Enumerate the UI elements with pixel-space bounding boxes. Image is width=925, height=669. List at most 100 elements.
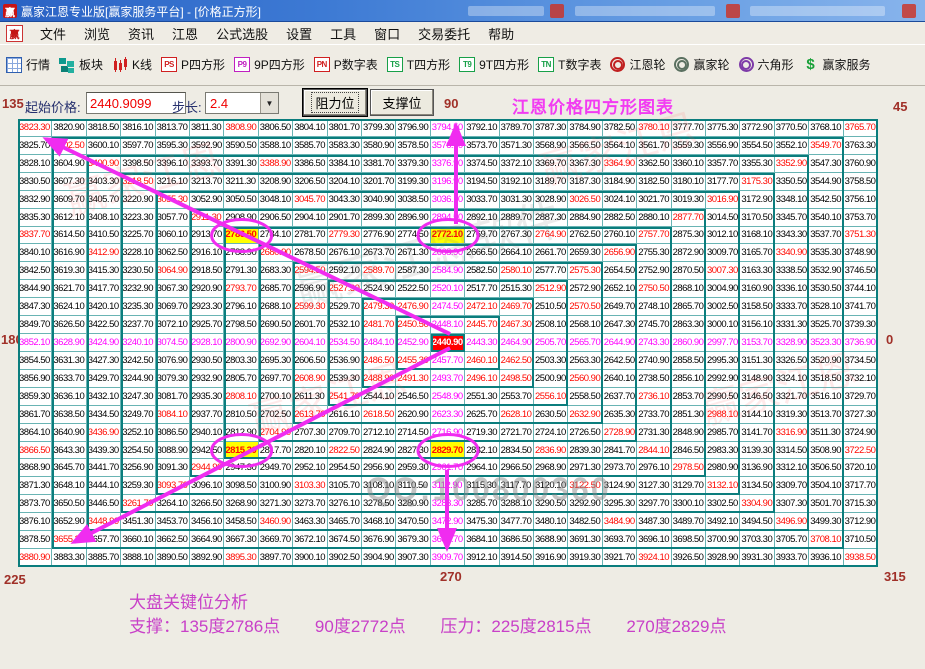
grid-cell: 2664.10 — [499, 244, 534, 263]
winner-service-icon: $ — [806, 56, 815, 73]
grid-cell: 3741.70 — [843, 298, 878, 317]
grid-cell: 2892.10 — [465, 208, 500, 227]
kline-candles-icon — [112, 56, 129, 73]
step-combobox[interactable]: 2.4 ▼ — [205, 92, 279, 114]
grid-cell: 3482.50 — [568, 513, 603, 532]
toolbar-button-hexagon[interactable]: 六角形 — [738, 56, 794, 73]
grid-cell: 2844.10 — [637, 441, 672, 460]
toolbar-button-winner-service[interactable]: $ 赢家服务 — [803, 56, 870, 73]
grid-cell: 3530.50 — [809, 280, 844, 299]
menu-item-3[interactable]: 江恩 — [163, 22, 207, 45]
grid-cell: 3232.90 — [121, 280, 156, 299]
toolbar-button-p-number-table[interactable]: PN P数字表 — [313, 56, 378, 73]
grid-cell: 3734.50 — [843, 351, 878, 370]
grid-cell: 3456.10 — [190, 513, 225, 532]
start-price-input[interactable] — [86, 92, 186, 114]
grid-cell: 2697.70 — [258, 369, 294, 388]
degree-label-45: 45 — [893, 99, 908, 114]
grid-cell: 2688.10 — [258, 298, 294, 317]
grid-cell: 3012.10 — [706, 226, 741, 245]
grid-cell: 3312.10 — [774, 459, 810, 478]
toolbar-button-gann-wheel[interactable]: 江恩轮 — [610, 56, 665, 73]
grid-cell: 2479.30 — [362, 298, 397, 317]
window-title: 赢家江恩专业版[赢家服务平台] - [价格正方形] — [21, 4, 262, 19]
grid-cell: 3314.50 — [774, 441, 810, 460]
grid-cell: 3571.30 — [499, 136, 534, 155]
grid-cell: 3146.50 — [740, 387, 775, 406]
menu-item-9[interactable]: 帮助 — [479, 22, 523, 45]
grid-cell: 3424.90 — [86, 334, 122, 352]
toolbar-button-kline-candles[interactable]: K线 — [112, 56, 152, 73]
grid-cell: 3619.30 — [52, 262, 87, 281]
grid-cell: 2805.70 — [224, 369, 259, 388]
grid-cell: 2954.50 — [327, 459, 362, 478]
grid-cell: 2913.70 — [190, 226, 225, 245]
grid-cell: 2601.70 — [293, 316, 328, 335]
grid-cell: 3045.70 — [293, 190, 328, 209]
analysis-support-90: 90度2772点 — [314, 617, 406, 636]
toolbar-button-t-number-table[interactable]: TN T数字表 — [538, 56, 601, 73]
grid-cell: 3463.30 — [293, 513, 328, 532]
grid-cell: 2932.90 — [190, 369, 225, 388]
grid-cell: 3348.10 — [774, 190, 810, 209]
menu-item-7[interactable]: 窗口 — [365, 22, 409, 45]
grid-cell: 3552.10 — [774, 136, 810, 155]
hexagon-icon — [738, 57, 754, 72]
grid-cell: 3705.70 — [774, 531, 810, 550]
menu-item-0[interactable]: 文件 — [31, 22, 75, 45]
grid-cell: 2988.10 — [706, 405, 741, 424]
grid-cell: 2714.50 — [396, 423, 431, 442]
menu-item-6[interactable]: 工具 — [321, 22, 365, 45]
toolbar-button-t-square[interactable]: TS T四方形 — [386, 56, 450, 73]
grid-cell: 3652.90 — [52, 513, 87, 532]
menu-item-8[interactable]: 交易委托 — [409, 22, 479, 45]
toolbar-label: 江恩轮 — [629, 58, 666, 72]
grid-cell: 3542.50 — [809, 190, 844, 209]
grid-cell: 3448.90 — [86, 513, 122, 532]
grid-cell: 2606.50 — [293, 351, 328, 370]
menu-item-4[interactable]: 公式选股 — [207, 22, 277, 45]
grid-cell: 2503.30 — [534, 351, 569, 370]
grid-cell: 3016.90 — [706, 190, 741, 209]
grid-cell: 2944.90 — [190, 459, 225, 478]
grid-cell: 3000.10 — [706, 316, 741, 335]
toolbar-button-9p-square[interactable]: P9 9P四方形 — [234, 56, 305, 73]
grid-cell: 3196.90 — [430, 172, 466, 191]
grid-cell: 2887.30 — [534, 208, 569, 227]
grid-cell: 2832.10 — [465, 441, 500, 460]
toolbar-button-9t-square[interactable]: T9 9T四方形 — [459, 56, 529, 73]
grid-cell: 3756.10 — [843, 190, 878, 209]
grid-cell: 3422.50 — [86, 316, 122, 335]
grid-cell: 3172.90 — [740, 190, 775, 209]
grid-cell: 3038.50 — [396, 190, 431, 209]
toolbar-label: 9T四方形 — [479, 58, 530, 72]
grid-cell: 2637.70 — [602, 387, 638, 406]
toolbar-button-sectors-blocks[interactable]: 板块 — [59, 56, 103, 73]
combobox-dropdown-arrow-icon[interactable]: ▼ — [260, 93, 278, 113]
background-window-title-blur — [750, 6, 885, 16]
grid-cell: 3602.50 — [52, 136, 87, 155]
grid-cell: 2460.10 — [465, 351, 500, 370]
toolbar-button-winner-wheel[interactable]: 赢家轮 — [674, 56, 730, 73]
grid-cell: 3091.30 — [155, 459, 190, 478]
grid-cell: 3518.50 — [809, 369, 844, 388]
support-button[interactable]: 支撑位 — [370, 89, 434, 116]
grid-cell: 3328.90 — [774, 334, 810, 352]
grid-cell: 3525.70 — [809, 316, 844, 335]
menu-item-5[interactable]: 设置 — [277, 22, 321, 45]
grid-cell: 3252.10 — [121, 423, 156, 442]
grid-cell: 3434.50 — [86, 405, 122, 424]
grid-cell: 2496.10 — [465, 369, 500, 388]
grid-cell: 2712.10 — [362, 423, 397, 442]
grid-cell: 3895.30 — [224, 549, 259, 567]
background-window-icon — [550, 4, 564, 18]
grid-cell: 3072.10 — [155, 316, 190, 335]
grid-cell: 3163.30 — [740, 262, 775, 281]
grid-cell: 3660.10 — [121, 531, 156, 550]
menu-item-2[interactable]: 资讯 — [119, 22, 163, 45]
menu-item-1[interactable]: 浏览 — [75, 22, 119, 45]
toolbar-button-quotes-table[interactable]: 行情 — [6, 56, 50, 73]
resistance-button[interactable]: 阻力位 — [302, 88, 368, 117]
grid-cell: 2992.90 — [706, 369, 741, 388]
toolbar-button-p-square[interactable]: PS P四方形 — [161, 56, 225, 73]
